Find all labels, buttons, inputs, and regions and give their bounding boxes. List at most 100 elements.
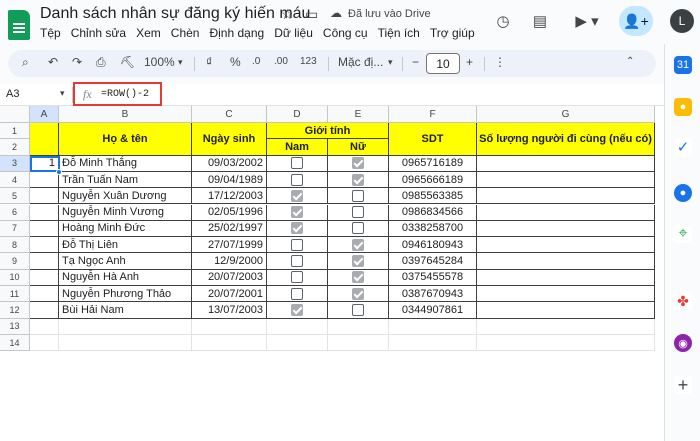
- cell-male[interactable]: [267, 155, 328, 172]
- menu-item[interactable]: Công cụ: [323, 26, 368, 42]
- font-select[interactable]: Mặc đị...: [338, 55, 383, 69]
- female-checkbox[interactable]: [352, 287, 364, 300]
- cell-stt[interactable]: [30, 237, 59, 254]
- cell-dob[interactable]: 13/07/2003: [192, 302, 267, 319]
- search-menu-icon[interactable]: ⌕: [22, 55, 29, 70]
- meet-icon[interactable]: ▶ ▾: [570, 10, 604, 32]
- row-header[interactable]: 6: [0, 204, 30, 221]
- zoom-chevron-icon[interactable]: ▾: [178, 57, 183, 68]
- sheets-logo-icon[interactable]: [8, 10, 30, 40]
- apps-script-icon[interactable]: ✤: [674, 292, 692, 310]
- cell-male[interactable]: [267, 171, 328, 189]
- male-checkbox[interactable]: [291, 157, 303, 170]
- male-checkbox[interactable]: [291, 222, 303, 235]
- name-box-chevron-icon[interactable]: ▾: [60, 88, 65, 99]
- cell-stt[interactable]: [30, 269, 59, 286]
- select-all-corner[interactable]: [0, 106, 30, 123]
- empty-cell[interactable]: [192, 318, 267, 335]
- row-header[interactable]: 9: [0, 253, 30, 270]
- add-icon[interactable]: +: [674, 375, 692, 395]
- cell-companions[interactable]: [477, 171, 655, 189]
- cell-male[interactable]: [267, 204, 328, 221]
- cell-stt[interactable]: [30, 302, 59, 319]
- row-header[interactable]: 7: [0, 220, 30, 238]
- row-header[interactable]: 3: [0, 155, 30, 172]
- male-checkbox[interactable]: [291, 189, 303, 202]
- female-checkbox[interactable]: [352, 238, 364, 251]
- cell-companions[interactable]: [477, 204, 655, 221]
- cell-female[interactable]: [328, 204, 389, 221]
- male-checkbox[interactable]: [291, 173, 303, 186]
- tasks-icon[interactable]: ✓: [674, 138, 692, 156]
- empty-cell[interactable]: [59, 318, 192, 335]
- collapse-chevron-icon[interactable]: ⌃: [626, 56, 634, 67]
- column-header-f[interactable]: F: [389, 106, 477, 123]
- empty-cell[interactable]: [477, 318, 655, 335]
- cell-dob[interactable]: 25/02/1997: [192, 220, 267, 238]
- increase-decimal-button[interactable]: .00: [274, 56, 288, 67]
- cell-stt[interactable]: [30, 204, 59, 221]
- cell-phone[interactable]: 0397645284: [389, 253, 477, 270]
- row-header[interactable]: 14: [0, 334, 30, 352]
- header-female[interactable]: Nữ: [328, 139, 389, 156]
- cell-a1[interactable]: [30, 123, 59, 156]
- more-icon[interactable]: ⋮: [494, 55, 506, 69]
- keep-icon[interactable]: ●: [674, 98, 692, 116]
- row-header[interactable]: 13: [0, 318, 30, 335]
- header-male[interactable]: Nam: [267, 139, 328, 156]
- column-header-e[interactable]: E: [328, 106, 389, 123]
- font-size-input[interactable]: 10: [426, 53, 460, 74]
- female-checkbox[interactable]: [352, 157, 364, 170]
- cell-phone[interactable]: 0986834566: [389, 204, 477, 221]
- cell-phone[interactable]: 0946180943: [389, 237, 477, 254]
- doc-title[interactable]: Danh sách nhân sự đăng ký hiến máu: [40, 5, 310, 23]
- cell-stt[interactable]: [30, 220, 59, 238]
- female-checkbox[interactable]: [352, 222, 364, 235]
- cell-female[interactable]: [328, 269, 389, 286]
- cell-male[interactable]: [267, 253, 328, 270]
- cell-name[interactable]: Hoàng Minh Đức: [59, 220, 192, 238]
- empty-cell[interactable]: [477, 334, 655, 352]
- cell-phone[interactable]: 0344907861: [389, 302, 477, 319]
- cell-companions[interactable]: [477, 237, 655, 254]
- cell-name[interactable]: Nguyễn Hà Anh: [59, 269, 192, 286]
- cell-companions[interactable]: [477, 220, 655, 238]
- female-checkbox[interactable]: [352, 255, 364, 268]
- female-checkbox[interactable]: [352, 271, 364, 284]
- cell-name[interactable]: Trần Tuấn Nam: [59, 171, 192, 189]
- cell-male[interactable]: [267, 302, 328, 319]
- font-size-decrease-button[interactable]: −: [412, 55, 419, 69]
- cell-female[interactable]: [328, 253, 389, 270]
- empty-cell[interactable]: [328, 318, 389, 335]
- female-checkbox[interactable]: [352, 189, 364, 202]
- male-checkbox[interactable]: [291, 287, 303, 300]
- row-header[interactable]: 2: [0, 139, 30, 156]
- cell-stt[interactable]: [30, 253, 59, 270]
- extension-icon[interactable]: ◉: [674, 334, 692, 352]
- cell-name[interactable]: Tạ Ngọc Anh: [59, 253, 192, 270]
- cell-stt[interactable]: [30, 286, 59, 303]
- header-gender[interactable]: Giới tính: [267, 123, 389, 140]
- cell-male[interactable]: [267, 237, 328, 254]
- font-size-increase-button[interactable]: +: [466, 55, 473, 69]
- undo-icon[interactable]: ↶: [48, 55, 58, 69]
- history-icon[interactable]: ◷: [492, 10, 514, 32]
- cell-name[interactable]: Nguyễn Minh Vương: [59, 204, 192, 221]
- share-button[interactable]: 👤+: [619, 6, 653, 36]
- cell-name[interactable]: Bùi Hải Nam: [59, 302, 192, 319]
- cell-dob[interactable]: 27/07/1999: [192, 237, 267, 254]
- cell-phone[interactable]: 0965666189: [389, 171, 477, 189]
- decrease-decimal-button[interactable]: .0: [252, 56, 260, 67]
- row-header[interactable]: 8: [0, 237, 30, 254]
- male-checkbox[interactable]: [291, 206, 303, 219]
- cell-male[interactable]: [267, 286, 328, 303]
- cell-name[interactable]: Nguyễn Xuân Dương: [59, 188, 192, 205]
- menu-item[interactable]: Dữ liệu: [274, 26, 313, 42]
- male-checkbox[interactable]: [291, 303, 303, 316]
- row-header[interactable]: 5: [0, 188, 30, 205]
- cell-male[interactable]: [267, 269, 328, 286]
- female-checkbox[interactable]: [352, 173, 364, 186]
- menu-item[interactable]: Chỉnh sửa: [71, 26, 126, 42]
- empty-cell[interactable]: [389, 334, 477, 352]
- cell-name[interactable]: Đỗ Minh Thắng: [59, 155, 192, 172]
